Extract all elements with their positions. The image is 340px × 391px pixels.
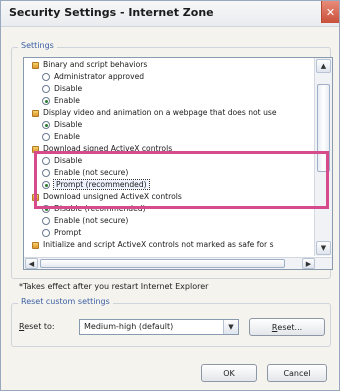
radio-icon[interactable] — [42, 169, 50, 177]
setting-option[interactable]: Enable — [42, 96, 80, 106]
close-icon[interactable]: ✕ — [321, 1, 339, 23]
security-settings-dialog: Security Settings - Internet Zone ✕ Sett… — [0, 0, 340, 391]
setting-option[interactable]: Enable (not secure) — [42, 168, 128, 178]
scroll-down-icon[interactable]: ▼ — [316, 241, 331, 255]
setting-option[interactable]: Disable — [42, 120, 82, 130]
reset-to-label: Reset to: — [19, 322, 55, 331]
setting-label: Binary and script behaviors — [43, 60, 148, 69]
setting-label: Enable (not secure) — [54, 168, 129, 177]
setting-label: Enable (not secure) — [54, 216, 129, 225]
vertical-scroll-thumb[interactable] — [317, 84, 330, 172]
setting-category-icon — [32, 145, 39, 153]
setting-category-icon — [32, 241, 39, 249]
radio-checked-icon[interactable] — [42, 181, 50, 189]
window-title: Security Settings - Internet Zone — [9, 6, 214, 19]
setting-label: Disable (recommended) — [54, 204, 146, 213]
setting-label: Administrator approved — [54, 72, 145, 81]
radio-checked-icon[interactable] — [42, 205, 50, 213]
radio-icon[interactable] — [42, 85, 50, 93]
radio-icon[interactable] — [42, 217, 50, 225]
cancel-button[interactable]: Cancel — [267, 364, 327, 382]
radio-checked-icon[interactable] — [42, 121, 50, 129]
radio-checked-icon[interactable] — [42, 97, 50, 105]
setting-label: Enable — [54, 96, 80, 105]
setting-label: Enable — [54, 132, 80, 141]
setting-category: Display video and animation on a webpage… — [32, 108, 277, 118]
chevron-down-icon[interactable]: ▼ — [223, 320, 238, 334]
title-bar: Security Settings - Internet Zone ✕ — [1, 1, 339, 27]
vertical-scrollbar[interactable]: ▲ ▼ — [314, 58, 332, 256]
setting-option[interactable]: Disable (recommended) — [42, 204, 146, 214]
reset-group-label: Reset custom settings — [18, 297, 113, 306]
setting-label: Prompt (recommended) — [53, 179, 150, 190]
horizontal-scrollbar[interactable]: ◀ ▶ — [24, 257, 332, 269]
reset-button-rest: eset... — [277, 322, 303, 332]
restart-note: *Takes effect after you restart Internet… — [19, 282, 209, 291]
settings-list-content: Binary and script behaviors Administrator… — [24, 58, 314, 258]
setting-label: Disable — [54, 120, 83, 129]
radio-icon[interactable] — [42, 133, 50, 141]
ok-button[interactable]: OK — [201, 364, 257, 382]
reset-button[interactable]: Reset... — [249, 318, 325, 336]
setting-label: Display video and animation on a webpage… — [43, 108, 277, 117]
scroll-right-icon[interactable]: ▶ — [302, 258, 315, 269]
horizontal-scroll-thumb[interactable] — [40, 259, 285, 268]
reset-level-select[interactable]: Medium-high (default) ▼ — [79, 319, 239, 335]
radio-icon[interactable] — [42, 157, 50, 165]
settings-list[interactable]: Binary and script behaviors Administrator… — [23, 57, 333, 270]
setting-label: Download signed ActiveX controls — [43, 144, 173, 153]
setting-category: Download unsigned ActiveX controls — [32, 192, 182, 202]
setting-option[interactable]: Prompt — [42, 228, 81, 238]
scroll-up-icon[interactable]: ▲ — [316, 59, 331, 73]
setting-option[interactable]: Enable — [42, 132, 80, 142]
setting-category: Binary and script behaviors — [32, 60, 147, 70]
setting-category-icon — [32, 109, 39, 117]
setting-label: Download unsigned ActiveX controls — [43, 192, 182, 201]
radio-icon[interactable] — [42, 229, 50, 237]
reset-to-label-rest: eset to: — [24, 322, 55, 331]
reset-level-value: Medium-high (default) — [84, 322, 174, 331]
setting-option[interactable]: Prompt (recommended) — [42, 179, 150, 190]
setting-label: Prompt — [54, 228, 82, 237]
setting-category: Download signed ActiveX controls — [32, 144, 172, 154]
setting-option[interactable]: Disable — [42, 156, 82, 166]
setting-category: Initialize and script ActiveX controls n… — [32, 240, 274, 250]
radio-icon[interactable] — [42, 73, 50, 81]
setting-category-icon — [32, 61, 39, 69]
setting-option[interactable]: Disable — [42, 84, 82, 94]
scroll-left-icon[interactable]: ◀ — [25, 258, 38, 269]
setting-label: Initialize and script ActiveX controls n… — [43, 240, 274, 249]
setting-label: Disable — [54, 84, 83, 93]
setting-category-icon — [32, 193, 39, 201]
settings-group-label: Settings — [18, 41, 57, 50]
setting-option[interactable]: Administrator approved — [42, 72, 144, 82]
setting-option[interactable]: Enable (not secure) — [42, 216, 128, 226]
setting-label: Disable — [54, 156, 83, 165]
